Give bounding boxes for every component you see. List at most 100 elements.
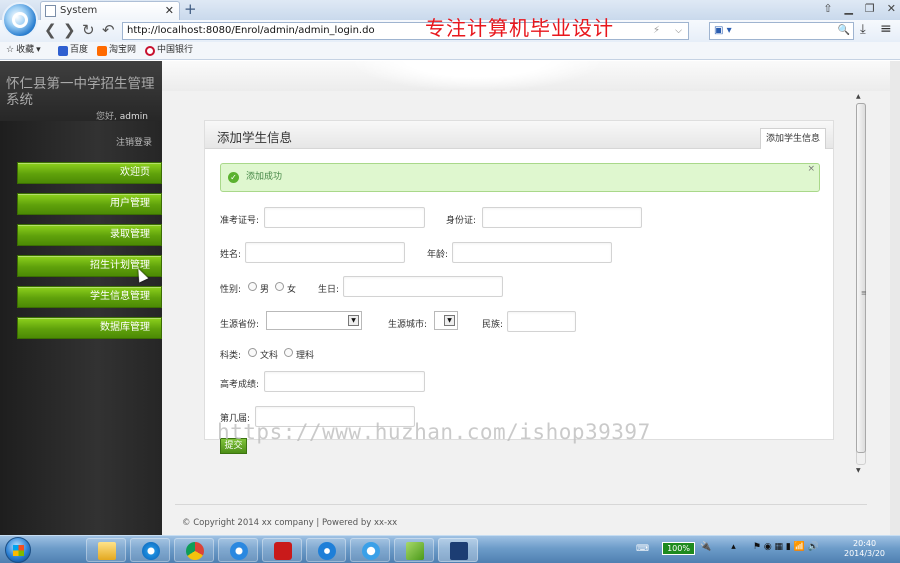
clock-time: 20:40 xyxy=(852,539,877,548)
logout-link[interactable]: 注销登录 xyxy=(116,135,152,148)
taskbar-cloud[interactable] xyxy=(350,538,390,562)
forward-icon[interactable]: ❯ xyxy=(63,21,76,39)
new-tab-button[interactable]: + xyxy=(184,0,197,19)
subject-arts-label: 文科 xyxy=(260,351,279,361)
grip-icon: ≡ xyxy=(861,289,867,297)
clock[interactable]: 20:40 2014/3/20 xyxy=(844,539,885,559)
gender-female-label: 女 xyxy=(287,285,297,295)
success-alert: ✓ 添加成功 × xyxy=(220,163,820,192)
name-input[interactable] xyxy=(245,242,405,263)
bookmark-favorites[interactable]: ☆ 收藏 ▾ xyxy=(6,42,41,59)
bookmark-taobao[interactable]: 淘宝网 xyxy=(97,42,136,59)
inner-scrollbar[interactable]: ▲ ≡ ▼ xyxy=(854,93,868,476)
system-tray[interactable]: 🔌 ▴ ⚑ ◉ ▦ ▮ 📶 🔊 xyxy=(700,542,819,552)
taskbar-explorer[interactable] xyxy=(86,538,126,562)
undo-icon[interactable]: ↶ xyxy=(102,21,115,39)
cloud-icon xyxy=(362,542,380,560)
play-icon xyxy=(318,542,336,560)
taskbar-chrome[interactable] xyxy=(174,538,214,562)
clock-date: 2014/3/20 xyxy=(844,549,886,558)
gender-male-label: 男 xyxy=(260,285,270,295)
subject-science-radio[interactable] xyxy=(284,348,293,357)
windows-logo-icon xyxy=(13,545,24,556)
taskbar-maxthon[interactable] xyxy=(218,538,258,562)
search-icon[interactable]: 🔍 xyxy=(838,23,850,39)
alert-close-icon[interactable]: × xyxy=(807,156,815,183)
bookmark-baidu[interactable]: 百度 xyxy=(58,42,88,59)
watermark-top: 专注计算机毕业设计 xyxy=(425,16,614,40)
birthday-input[interactable] xyxy=(343,276,503,297)
start-button[interactable] xyxy=(5,537,31,563)
taskbar-player[interactable] xyxy=(306,538,346,562)
close-icon[interactable]: ✕ xyxy=(887,0,896,20)
window-controls: ⇧ ▁ ❐ ✕ xyxy=(823,0,896,20)
ethnicity-input[interactable] xyxy=(507,311,576,332)
scroll-up-icon[interactable]: ▲ xyxy=(856,93,861,100)
menu-item-welcome[interactable]: 欢迎页 xyxy=(17,162,162,184)
browser-logo-icon[interactable] xyxy=(2,2,38,38)
taskbar-ide[interactable] xyxy=(438,538,478,562)
baidu-icon xyxy=(58,45,68,56)
refresh-icon[interactable]: ↻ xyxy=(82,21,95,39)
site-title: 怀仁县第一中学招生管理系统 xyxy=(6,76,155,108)
chevron-down-icon: ▾ xyxy=(36,45,41,55)
scrollbar-thumb[interactable]: ≡ xyxy=(856,103,867,453)
address-text: http://localhost:8080/Enrol/admin/admin_… xyxy=(127,25,375,36)
tab-add-student[interactable]: 添加学生信息 xyxy=(760,128,826,149)
panel-header: 添加学生信息 添加学生信息 xyxy=(205,121,833,149)
browser-tab[interactable]: System ✕ xyxy=(40,1,180,20)
qq-icon xyxy=(274,542,292,560)
restore-icon[interactable]: ❐ xyxy=(865,0,875,20)
menu-item-database[interactable]: 数据库管理 xyxy=(17,317,162,339)
taskbar-notepad[interactable] xyxy=(394,538,434,562)
panel-title: 添加学生信息 xyxy=(217,130,293,145)
menu-item-admission[interactable]: 录取管理 xyxy=(17,224,162,246)
keyboard-icon[interactable]: ⌨ xyxy=(636,544,649,554)
menu-item-users[interactable]: 用户管理 xyxy=(17,193,162,215)
scroll-down-icon[interactable]: ▼ xyxy=(856,467,861,474)
score-label: 高考成绩: xyxy=(220,380,260,390)
battery-indicator[interactable]: 100% xyxy=(662,542,695,555)
watermark-url: https://www.huzhan.com/ishop39397 xyxy=(217,420,651,444)
skin-icon[interactable]: ⇧ xyxy=(823,0,832,20)
age-label: 年龄: xyxy=(427,250,449,260)
score-input[interactable] xyxy=(264,371,425,392)
username: admin xyxy=(119,112,148,122)
page-scrollbar[interactable] xyxy=(890,61,900,535)
minimize-icon[interactable]: ▁ xyxy=(844,0,852,20)
bookmarks-bar: ☆ 收藏 ▾ 百度 淘宝网 中国银行 xyxy=(0,42,900,60)
gender-male-radio[interactable] xyxy=(248,282,257,291)
flash-icon[interactable]: ⚡ xyxy=(653,23,660,39)
main-content: 添加学生信息 添加学生信息 ✓ 添加成功 × 准考证号: 身份证: 姓名: 年龄… xyxy=(162,61,890,535)
gender-female-radio[interactable] xyxy=(275,282,284,291)
menu-icon[interactable]: ≡ xyxy=(880,21,892,37)
form-panel: 添加学生信息 添加学生信息 ✓ 添加成功 × 准考证号: 身份证: 姓名: 年龄… xyxy=(204,120,834,440)
user-greeting: 您好, admin xyxy=(96,112,148,122)
tab-title: System xyxy=(60,5,98,16)
subject-arts-radio[interactable] xyxy=(248,348,257,357)
browser-icon xyxy=(230,542,248,560)
footer-divider xyxy=(175,504,867,505)
chevron-down-icon: ▼ xyxy=(348,315,359,326)
download-icon[interactable]: ⤓ xyxy=(860,22,866,37)
tab-close-icon[interactable]: ✕ xyxy=(165,2,174,19)
taskbar-qq[interactable] xyxy=(262,538,302,562)
bookmark-boc[interactable]: 中国银行 xyxy=(145,42,193,59)
boc-icon xyxy=(145,45,155,56)
page-icon xyxy=(45,5,56,17)
exam-no-label: 准考证号: xyxy=(220,216,260,226)
search-engine-icon[interactable]: ▣ ▾ xyxy=(714,25,732,36)
taskbar-ie[interactable] xyxy=(130,538,170,562)
age-input[interactable] xyxy=(452,242,612,263)
back-icon[interactable]: ❮ xyxy=(44,21,57,39)
search-engine-box[interactable]: ▣ ▾ 🔍 xyxy=(709,22,854,40)
exam-no-input[interactable] xyxy=(264,207,425,228)
menu-item-student-info[interactable]: 学生信息管理 xyxy=(17,286,162,308)
gender-label: 性别: xyxy=(220,285,242,295)
address-dropdown-icon[interactable]: ⌵ xyxy=(675,23,682,39)
subject-science-label: 理科 xyxy=(296,351,315,361)
id-card-input[interactable] xyxy=(482,207,642,228)
city-select[interactable]: ▼ xyxy=(434,311,458,330)
province-select[interactable]: ▼ xyxy=(266,311,362,330)
web-page: 怀仁县第一中学招生管理系统 您好, admin 注销登录 欢迎页 用户管理 录取… xyxy=(0,61,890,535)
